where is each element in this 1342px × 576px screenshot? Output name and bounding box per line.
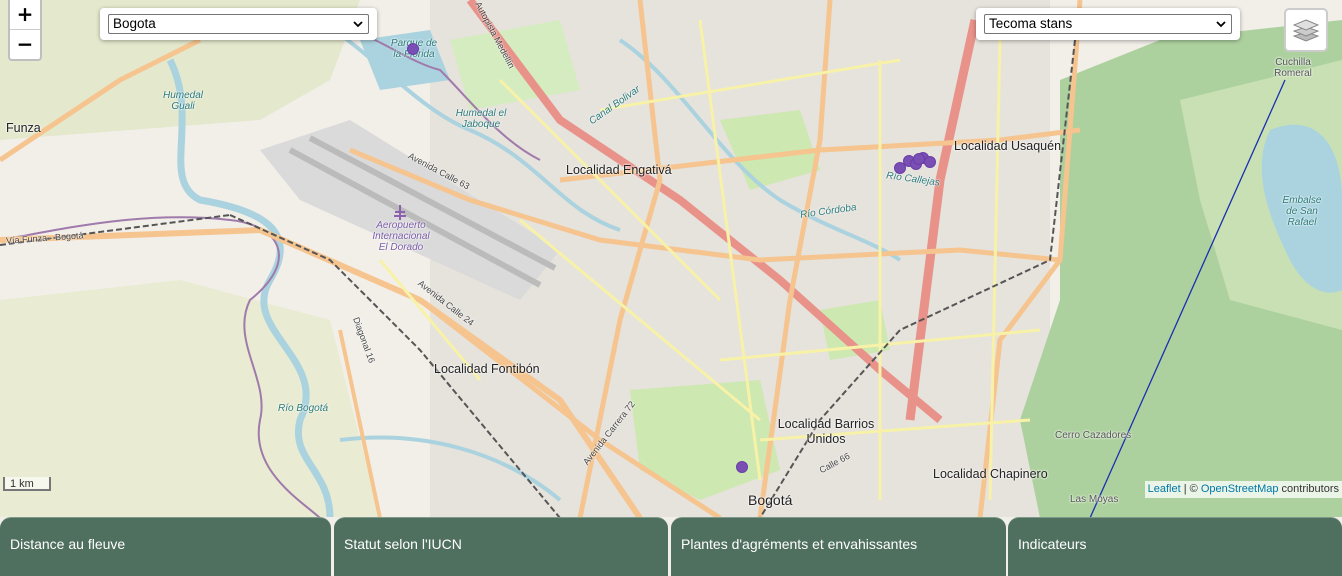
place-label-funza: Funza	[6, 121, 41, 135]
occurrence-marker[interactable]	[913, 153, 925, 165]
zoom-out-button[interactable]: −	[10, 29, 40, 59]
tab-statut-iucn[interactable]: Statut selon l'IUCN	[334, 517, 668, 576]
species-select[interactable]: Tecoma stans	[984, 14, 1232, 34]
layers-button[interactable]	[1284, 8, 1328, 52]
occurrence-marker[interactable]	[924, 156, 936, 168]
map-attribution: Leaflet | © OpenStreetMap contributors	[1144, 481, 1342, 498]
tab-plantes-agrements[interactable]: Plantes d'agréments et envahissantes	[671, 517, 1006, 576]
tab-indicateurs[interactable]: Indicateurs	[1008, 517, 1342, 576]
attribution-separator: | ©	[1180, 483, 1201, 495]
map-scale: 1 km	[3, 477, 51, 491]
map-tiles	[0, 0, 1342, 518]
city-select[interactable]: Bogota	[108, 14, 369, 34]
attribution-suffix: contributors	[1278, 483, 1339, 495]
map-canvas[interactable]: Funza Localidad Engativá Localidad Usaqu…	[0, 0, 1342, 518]
place-label-rio-bogota: Río Bogotá	[278, 403, 329, 414]
place-label-cuchilla: Cuchilla Romeral	[1274, 57, 1312, 79]
tab-distance-fleuve[interactable]: Distance au fleuve	[0, 517, 331, 576]
layers-icon	[1292, 19, 1320, 42]
place-label-cerro: Cerro Cazadores	[1055, 430, 1132, 441]
place-label-engativa: Localidad Engativá	[566, 163, 672, 177]
place-label-humedal-guali: Humedal Guali	[162, 90, 204, 112]
place-label-humedal-jaboque: Humedal el Jaboque	[455, 108, 507, 130]
bottom-tab-bar: Distance au fleuve Statut selon l'IUCN P…	[0, 517, 1342, 576]
species-select-container: Tecoma stans	[976, 8, 1240, 40]
species-select-value: Tecoma stans	[989, 16, 1073, 31]
occurrence-marker[interactable]	[736, 461, 748, 473]
city-select-container: Bogota	[100, 8, 377, 40]
place-label-fontibon: Localidad Fontibón	[434, 362, 540, 376]
place-label-embalse: Embalse de San Rafael	[1282, 195, 1322, 228]
leaflet-link[interactable]: Leaflet	[1148, 483, 1181, 495]
place-label-bogota: Bogotá	[748, 492, 793, 508]
place-label-chapinero: Localidad Chapinero	[933, 467, 1048, 481]
place-label-barrios-unidos: Localidad Barrios Unidos	[777, 417, 875, 446]
chevron-down-icon	[1216, 21, 1226, 28]
place-label-airport: Aeropuerto Internacional El Dorado	[372, 220, 430, 253]
osm-link[interactable]: OpenStreetMap	[1201, 483, 1279, 495]
occurrence-marker[interactable]	[407, 43, 419, 55]
place-label-usaquen: Localidad Usaquén	[954, 139, 1062, 153]
zoom-in-button[interactable]: +	[10, 0, 40, 29]
place-label-moyas: Las Moyas	[1070, 494, 1119, 505]
city-select-value: Bogota	[113, 16, 156, 31]
chevron-down-icon	[353, 21, 363, 28]
zoom-control: + −	[8, 0, 42, 61]
